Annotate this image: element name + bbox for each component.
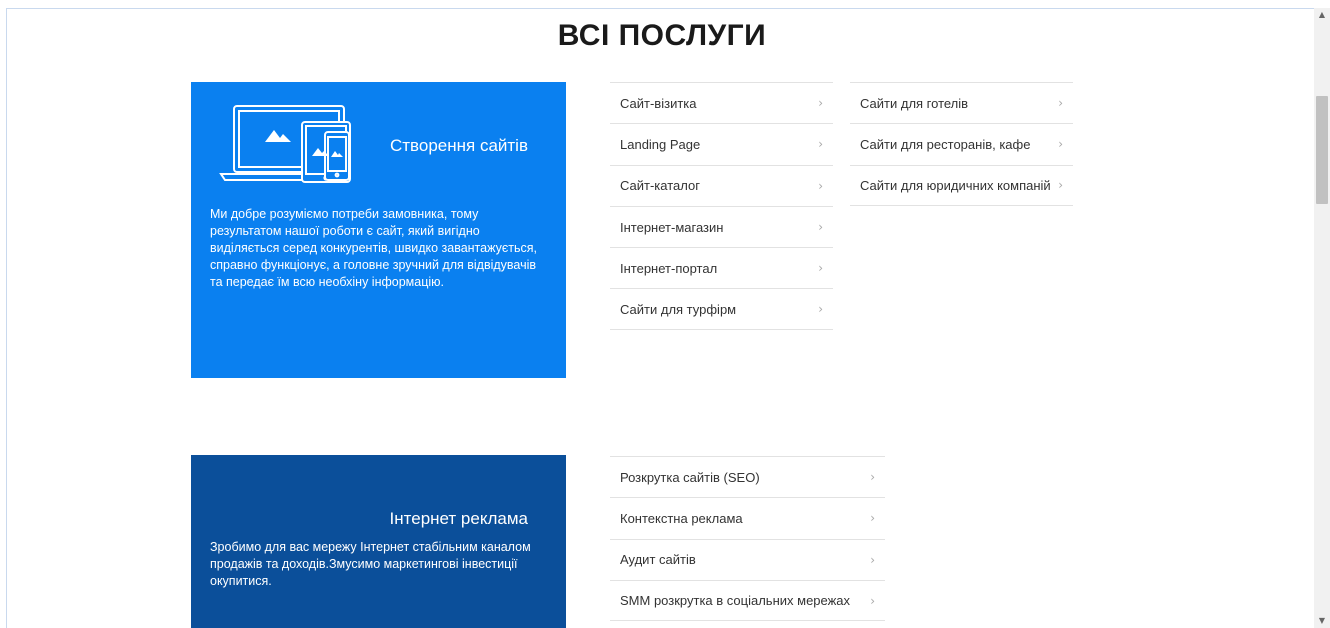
- service-link-law-firm-sites[interactable]: Сайти для юридичних компаній ›: [850, 164, 1073, 206]
- chevron-right-icon: ›: [1058, 96, 1063, 111]
- service-card-web-development[interactable]: Створення сайтів Ми добре розуміємо потр…: [191, 82, 566, 378]
- chevron-right-icon: ›: [870, 593, 875, 608]
- scroll-down-arrow-icon[interactable]: ▼: [1314, 614, 1330, 628]
- chevron-right-icon: ›: [870, 470, 875, 485]
- service-link-hotel-sites[interactable]: Сайти для готелів ›: [850, 82, 1073, 123]
- chevron-right-icon: ›: [818, 96, 823, 111]
- service-link-label: Сайт-візитка: [620, 95, 697, 111]
- service-link-landing-page[interactable]: Landing Page ›: [610, 123, 833, 164]
- service-card-description: Ми добре розуміємо потреби замовника, то…: [210, 207, 537, 289]
- chevron-right-icon: ›: [818, 220, 823, 235]
- service-link-seo[interactable]: Розкрутка сайтів (SEO) ›: [610, 456, 885, 497]
- service-link-travel-agency-sites[interactable]: Сайти для турфірм ›: [610, 288, 833, 330]
- chevron-right-icon: ›: [1058, 178, 1063, 193]
- service-link-label: Розкрутка сайтів (SEO): [620, 469, 760, 485]
- service-link-label: Сайти для готелів: [860, 95, 969, 111]
- service-link-contextual-ads[interactable]: Контекстна реклама ›: [610, 497, 885, 538]
- service-link-label: Інтернет-магазин: [620, 219, 724, 235]
- service-card-title: Інтернет реклама: [389, 509, 528, 528]
- service-link-label: Інтернет-портал: [620, 260, 718, 276]
- page-title: ВСІ ПОСЛУГИ: [557, 19, 767, 52]
- service-link-online-store[interactable]: Інтернет-магазин ›: [610, 205, 833, 247]
- chevron-right-icon: ›: [818, 137, 823, 152]
- service-link-site-audit[interactable]: Аудит сайтів ›: [610, 538, 885, 580]
- vertical-scrollbar[interactable]: ▲ ▼: [1314, 8, 1330, 628]
- chevron-right-icon: ›: [1058, 137, 1063, 152]
- service-link-restaurant-sites[interactable]: Сайти для ресторанів, кафе ›: [850, 123, 1073, 164]
- scrollbar-thumb[interactable]: [1316, 96, 1328, 204]
- service-card-internet-advertising[interactable]: Інтернет реклама Зробимо для вас мережу …: [191, 455, 566, 628]
- service-link-label: Landing Page: [620, 136, 701, 152]
- service-link-business-card-site[interactable]: Сайт-візитка ›: [610, 82, 833, 123]
- service-link-label: Сайти для турфірм: [620, 301, 737, 317]
- devices-icon: [219, 105, 351, 183]
- service-link-label: SMM розкрутка в соціальних мережах: [620, 593, 851, 609]
- service-link-catalog-site[interactable]: Сайт-каталог ›: [610, 164, 833, 206]
- service-link-label: Аудит сайтів: [620, 552, 696, 568]
- scroll-up-arrow-icon[interactable]: ▲: [1314, 8, 1330, 22]
- service-card-title: Створення сайтів: [389, 136, 528, 155]
- service-link-smm[interactable]: SMM розкрутка в соціальних мережах ›: [610, 579, 885, 622]
- service-link-label: Контекстна реклама: [620, 510, 743, 526]
- service-link-label: Сайти для ресторанів, кафе: [860, 136, 1031, 152]
- service-card-description: Зробимо для вас мережу Інтернет стабільн…: [210, 540, 531, 588]
- chevron-right-icon: ›: [870, 552, 875, 567]
- service-link-internet-portal[interactable]: Інтернет-портал ›: [610, 247, 833, 288]
- service-list: Сайт-візитка › Landing Page › Сайт-каталог…: [610, 82, 833, 330]
- page-viewport: ВСІ ПОСЛУГИ Створення сайтів Ми добре ро…: [6, 8, 1330, 628]
- chevron-right-icon: ›: [818, 178, 823, 193]
- chevron-right-icon: ›: [818, 261, 823, 276]
- chevron-right-icon: ›: [818, 302, 823, 317]
- service-list: Розкрутка сайтів (SEO) › Контекстна рекла…: [610, 456, 885, 622]
- service-link-label: Сайт-каталог: [620, 178, 700, 194]
- service-link-label: Сайти для юридичних компаній: [860, 177, 1051, 193]
- chevron-right-icon: ›: [870, 511, 875, 526]
- service-list: Сайти для готелів › Сайти для ресторанів,…: [850, 82, 1073, 206]
